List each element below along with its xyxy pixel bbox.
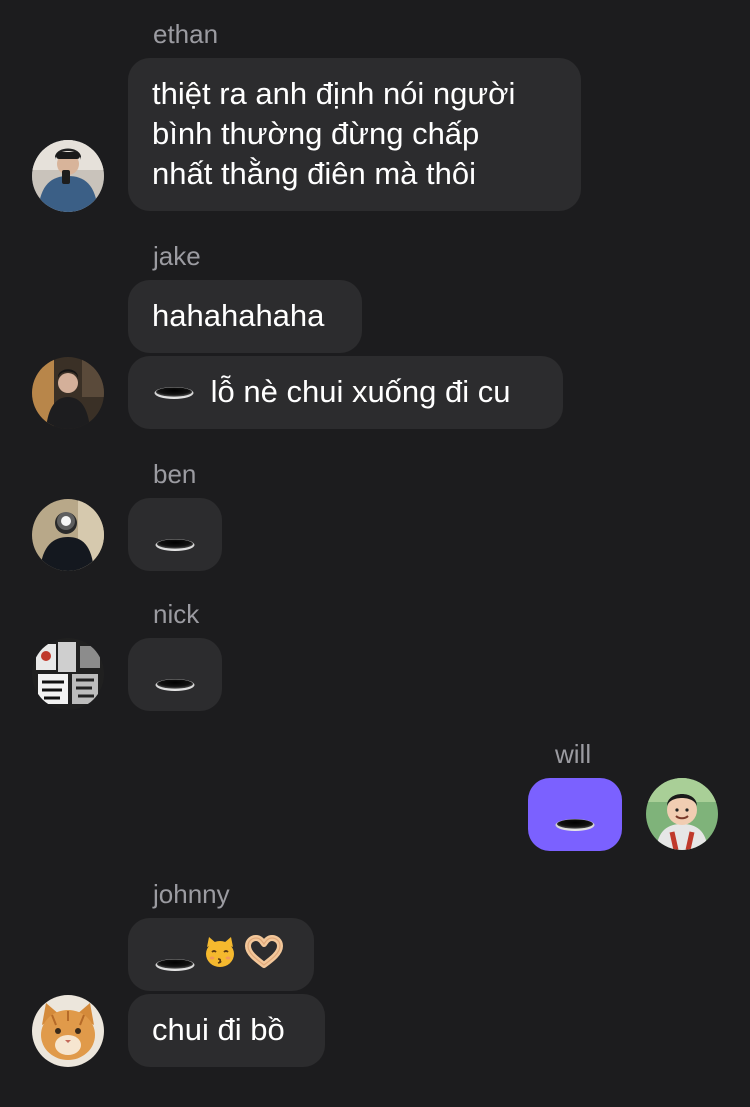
message-bubble[interactable]: lỗ nè chui xuống đi cu xyxy=(128,356,563,429)
message-bubble[interactable]: chui đi bồ xyxy=(128,994,325,1067)
avatar[interactable] xyxy=(32,638,104,710)
avatar[interactable] xyxy=(32,140,104,212)
message-bubble[interactable]: thiệt ra anh định nói người bình thường … xyxy=(128,58,581,211)
kissing-cat-emoji-icon xyxy=(206,937,234,967)
hole-emoji-icon xyxy=(154,386,194,399)
sender-name: will xyxy=(555,739,592,769)
hole-emoji-icon xyxy=(155,538,195,551)
message-bubble-outgoing[interactable] xyxy=(528,778,622,851)
message-text: hahahahaha xyxy=(152,298,325,333)
message-text: bình thường đừng chấp xyxy=(152,116,480,151)
message-text: lỗ nè chui xuống đi cu xyxy=(210,374,511,409)
avatar[interactable] xyxy=(32,995,104,1067)
hole-emoji-icon xyxy=(555,818,595,831)
avatar[interactable] xyxy=(646,778,718,850)
sender-name: johnny xyxy=(153,879,230,909)
avatar[interactable] xyxy=(32,499,104,571)
message-bubble[interactable] xyxy=(128,498,222,571)
heart-hands-emoji-icon xyxy=(245,935,283,968)
hole-emoji-icon xyxy=(155,678,195,691)
sender-name: ben xyxy=(153,459,197,489)
message-bubble[interactable] xyxy=(128,638,222,711)
message-bubble[interactable] xyxy=(128,918,314,991)
avatar[interactable] xyxy=(32,357,104,429)
message-text: nhất thằng điên mà thôi xyxy=(152,156,477,191)
message-text: thiệt ra anh định nói người xyxy=(152,76,516,111)
sender-name: jake xyxy=(153,241,201,271)
hole-emoji-icon xyxy=(155,958,195,971)
sender-name: ethan xyxy=(153,19,219,49)
message-bubble[interactable]: hahahahaha xyxy=(128,280,362,353)
message-text: chui đi bồ xyxy=(152,1012,285,1047)
sender-name: nick xyxy=(153,599,200,629)
